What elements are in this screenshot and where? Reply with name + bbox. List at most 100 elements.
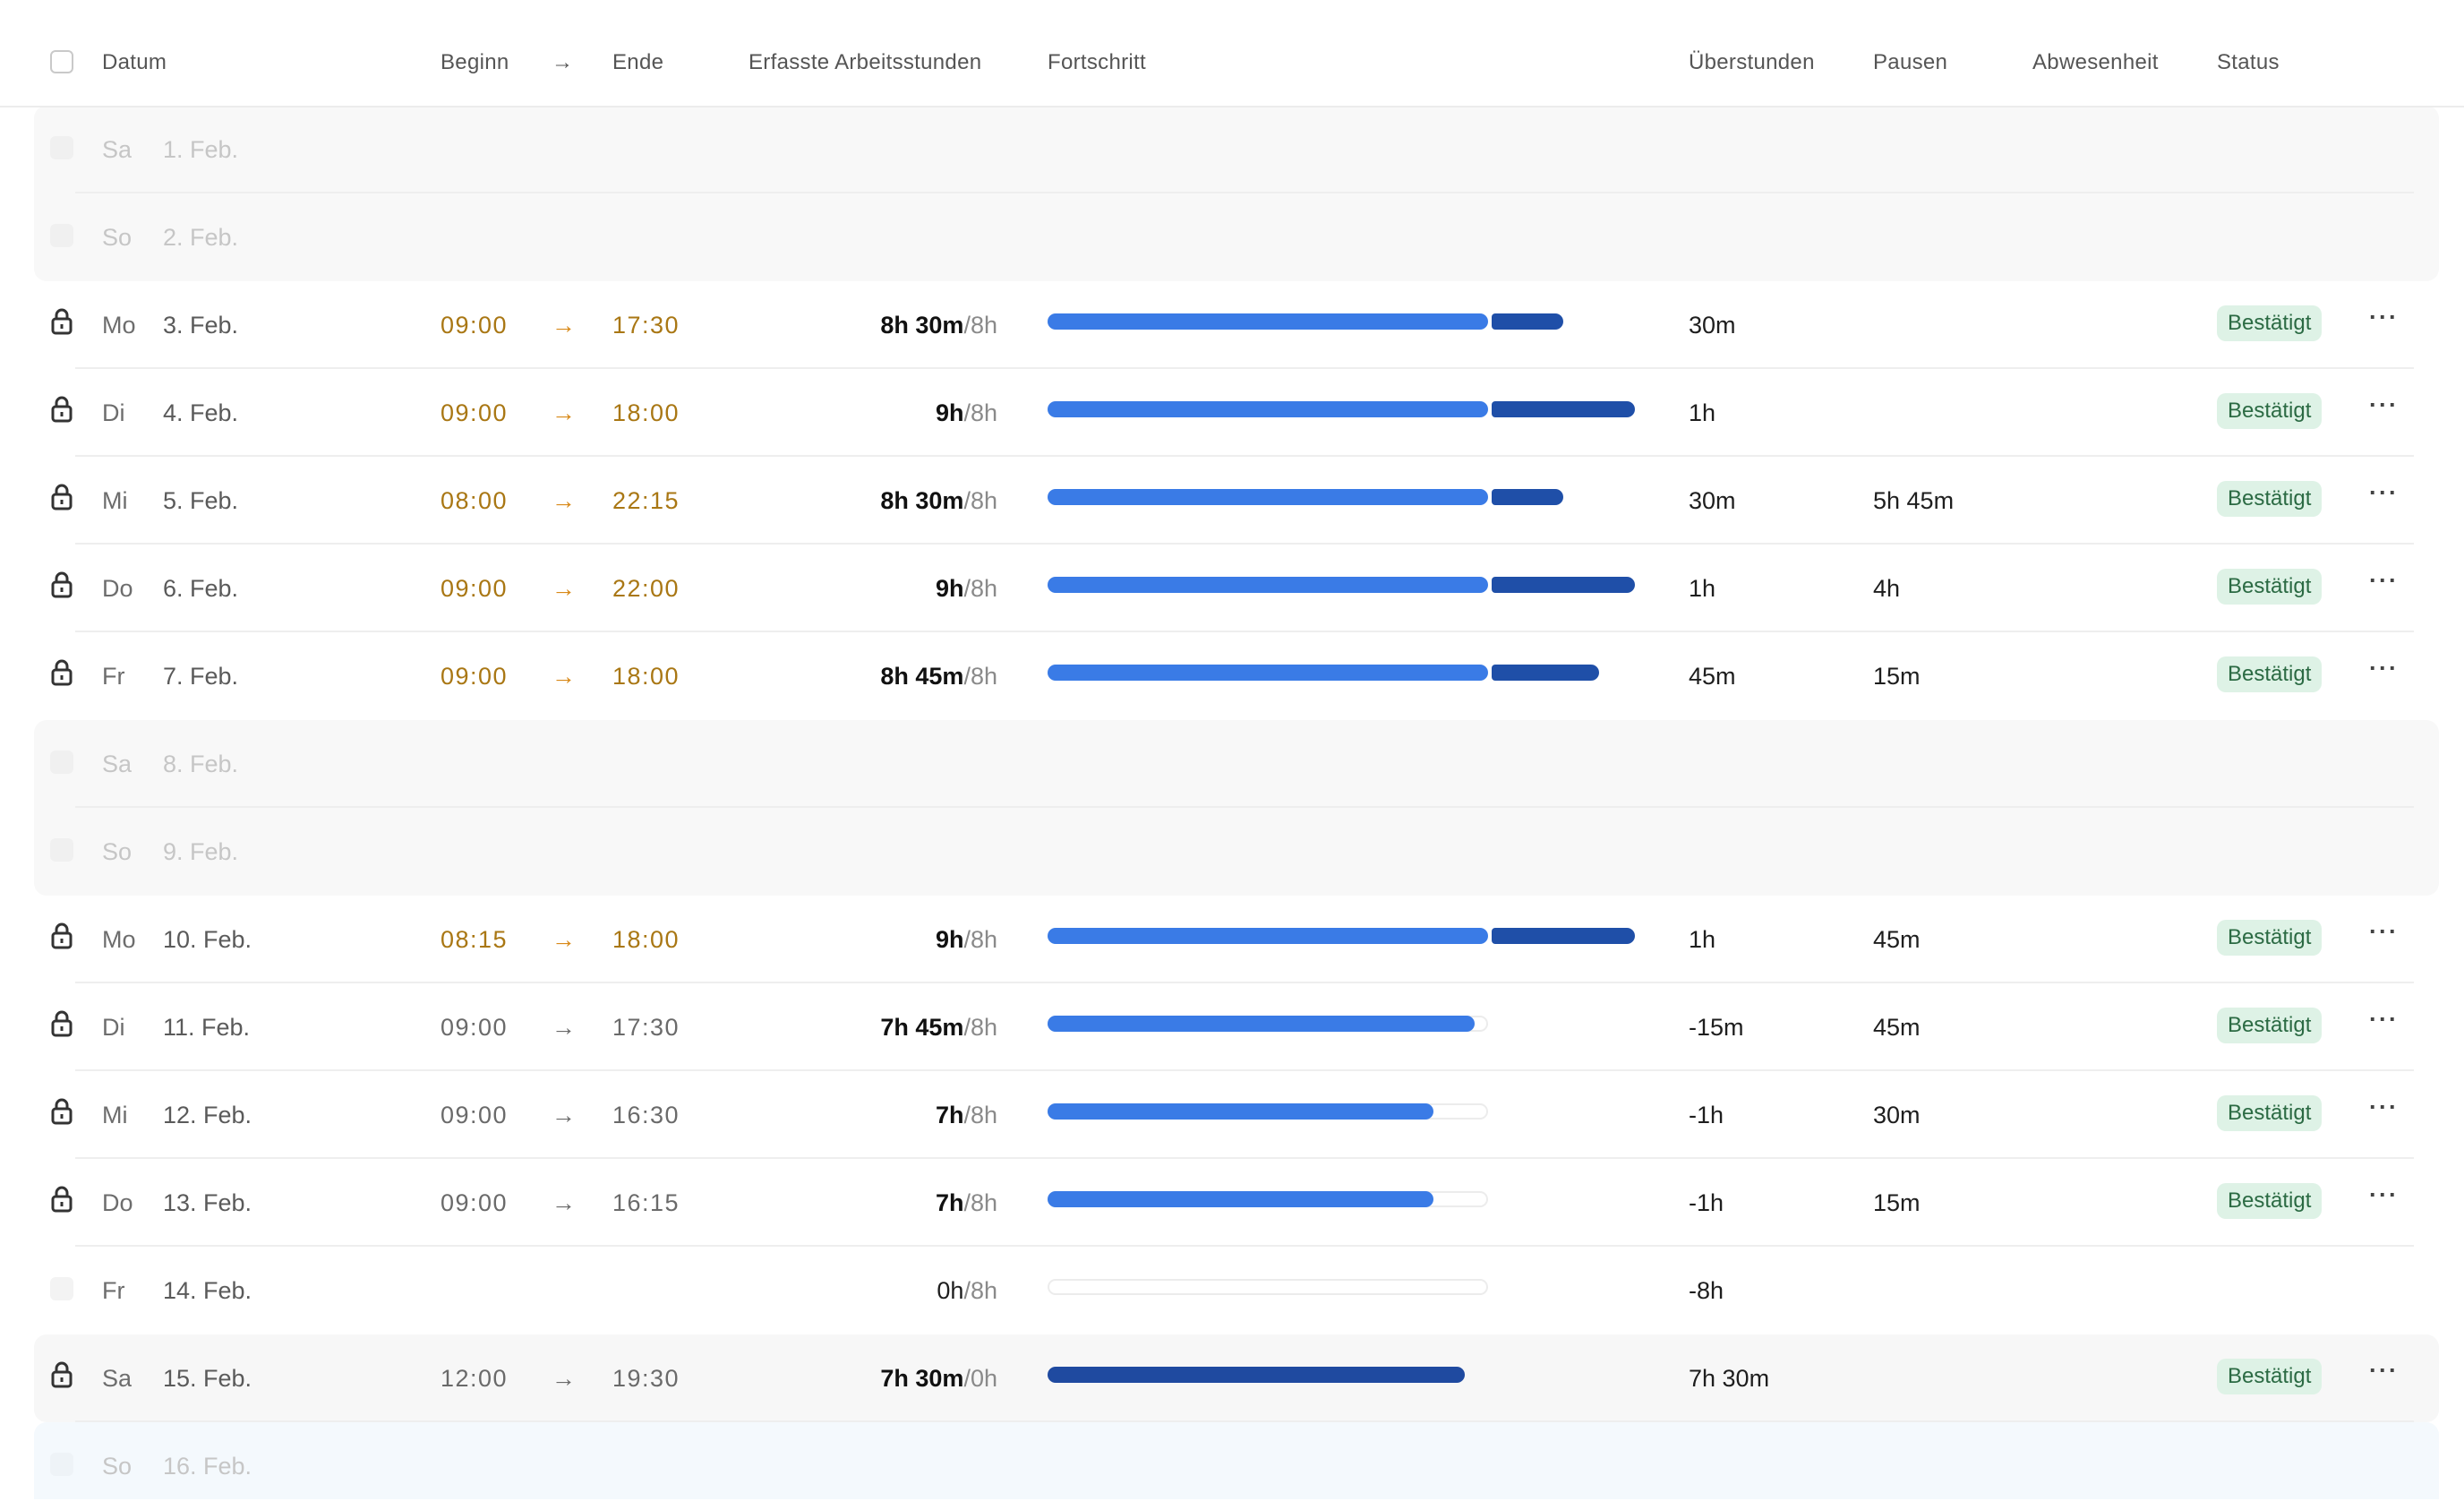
more-options-icon[interactable]: ··· xyxy=(2369,1356,2399,1385)
end-time[interactable]: 19:30 xyxy=(612,1364,680,1393)
status-badge: Bestätigt xyxy=(2217,569,2323,605)
more-options-icon[interactable]: ··· xyxy=(2369,1093,2399,1121)
more-options-icon[interactable]: ··· xyxy=(2369,654,2399,682)
lock-icon xyxy=(50,1098,73,1125)
row-checkbox[interactable] xyxy=(50,1277,73,1300)
hours-value: 0h xyxy=(937,1277,964,1304)
end-time[interactable]: 16:15 xyxy=(612,1188,680,1217)
hours-target: /8h xyxy=(963,487,997,514)
begin-time[interactable]: 09:00 xyxy=(441,399,508,427)
date: 12. Feb. xyxy=(163,1102,252,1128)
date: 15. Feb. xyxy=(163,1365,252,1392)
progress-fill xyxy=(1048,1191,1433,1207)
table-row[interactable]: Sa 1. Feb. xyxy=(0,106,2464,193)
table-row[interactable]: Mi 5. Feb. 08:00 → 22:15 8h 30m/8h 30m 5… xyxy=(0,457,2464,545)
table-row[interactable]: So 16. Feb. xyxy=(0,1422,2464,1510)
end-time[interactable]: 22:00 xyxy=(612,574,680,603)
hours-value: 7h 30m xyxy=(880,1365,964,1392)
breaks-value: 45m xyxy=(1873,1014,1921,1041)
lock-icon xyxy=(50,396,73,423)
progress-bar xyxy=(1048,1179,1549,1220)
arrow-right-icon: → xyxy=(552,575,576,602)
table-row[interactable]: Do 13. Feb. 09:00 → 16:15 7h/8h -1h 15m … xyxy=(0,1159,2464,1247)
date: 7. Feb. xyxy=(163,663,239,690)
begin-time[interactable]: 09:00 xyxy=(441,1101,508,1129)
end-time[interactable]: 18:00 xyxy=(612,925,680,954)
weekday: Mo xyxy=(102,926,136,953)
row-checkbox[interactable] xyxy=(50,224,73,247)
arrow-right-icon: → xyxy=(552,663,576,690)
hours-target: /8h xyxy=(963,926,997,953)
status-badge: Bestätigt xyxy=(2217,1183,2323,1219)
select-all-checkbox[interactable] xyxy=(50,50,73,73)
table-row[interactable]: Sa 8. Feb. xyxy=(0,720,2464,808)
table-row[interactable]: So 9. Feb. xyxy=(0,808,2464,896)
end-time[interactable]: 22:15 xyxy=(612,486,680,515)
end-time[interactable]: 18:00 xyxy=(612,662,680,691)
table-row[interactable]: Di 4. Feb. 09:00 → 18:00 9h/8h 1h Bestät… xyxy=(0,369,2464,457)
table-row[interactable]: Sa 15. Feb. 12:00 → 19:30 7h 30m/0h 7h 3… xyxy=(0,1334,2464,1422)
progress-fill xyxy=(1048,1016,1475,1032)
column-header-begin[interactable]: Beginn xyxy=(441,48,509,77)
hours-target: /8h xyxy=(963,663,997,690)
row-checkbox[interactable] xyxy=(50,136,73,159)
more-options-icon[interactable]: ··· xyxy=(2369,566,2399,595)
column-header-breaks[interactable]: Pausen xyxy=(1873,48,1947,77)
status-label: Bestätigt xyxy=(2217,305,2323,341)
column-header-overtime[interactable]: Überstunden xyxy=(1689,48,1815,77)
weekday: Mo xyxy=(102,312,136,339)
begin-time[interactable]: 12:00 xyxy=(441,1364,508,1393)
more-options-icon[interactable]: ··· xyxy=(2369,1180,2399,1209)
table-row[interactable]: Mo 3. Feb. 09:00 → 17:30 8h 30m/8h 30m B… xyxy=(0,281,2464,369)
weekday: Mi xyxy=(102,487,128,514)
end-time[interactable]: 17:30 xyxy=(612,311,680,339)
overtime-value: -8h xyxy=(1689,1277,1724,1304)
column-header-absence[interactable]: Abwesenheit xyxy=(2032,48,2159,77)
progress-fill-overtime xyxy=(1048,1367,1465,1383)
weekday: Sa xyxy=(102,136,133,163)
begin-time[interactable]: 09:00 xyxy=(441,311,508,339)
end-time[interactable]: 16:30 xyxy=(612,1101,680,1129)
more-options-icon[interactable]: ··· xyxy=(2369,390,2399,419)
status-label: Bestätigt xyxy=(2217,1359,2323,1394)
table-row[interactable]: Fr 14. Feb. 0h/8h -8h xyxy=(0,1247,2464,1334)
progress-fill xyxy=(1048,928,1488,944)
row-checkbox[interactable] xyxy=(50,838,73,862)
more-options-icon[interactable]: ··· xyxy=(2369,917,2399,946)
table-row[interactable]: Mi 12. Feb. 09:00 → 16:30 7h/8h -1h 30m … xyxy=(0,1071,2464,1159)
row-checkbox[interactable] xyxy=(50,1453,73,1476)
progress-fill-overtime xyxy=(1492,489,1563,505)
hours-value: 7h xyxy=(935,1102,964,1128)
begin-time[interactable]: 09:00 xyxy=(441,662,508,691)
end-time[interactable]: 17:30 xyxy=(612,1013,680,1042)
table-row[interactable]: Di 11. Feb. 09:00 → 17:30 7h 45m/8h -15m… xyxy=(0,983,2464,1071)
table-row[interactable]: So 2. Feb. xyxy=(0,193,2464,281)
begin-time[interactable]: 08:15 xyxy=(441,925,508,954)
arrow-right-icon: → xyxy=(552,926,576,953)
more-options-icon[interactable]: ··· xyxy=(2369,1005,2399,1034)
begin-time[interactable]: 09:00 xyxy=(441,1188,508,1217)
hours-value: 8h 30m xyxy=(880,487,964,514)
column-header-end[interactable]: Ende xyxy=(612,48,663,77)
begin-time[interactable]: 08:00 xyxy=(441,486,508,515)
progress-bar xyxy=(1048,476,1563,518)
end-time[interactable]: 18:00 xyxy=(612,399,680,427)
date: 4. Feb. xyxy=(163,399,239,426)
tracked-hours: 7h/8h xyxy=(936,1101,997,1129)
lock-icon xyxy=(50,1010,73,1037)
column-header-date[interactable]: Datum xyxy=(102,48,167,77)
progress-fill xyxy=(1048,313,1488,330)
table-row[interactable]: Do 6. Feb. 09:00 → 22:00 9h/8h 1h 4h Bes… xyxy=(0,545,2464,632)
row-checkbox[interactable] xyxy=(50,751,73,774)
more-options-icon[interactable]: ··· xyxy=(2369,303,2399,331)
date: 13. Feb. xyxy=(163,1189,252,1216)
column-header-hours[interactable]: Erfasste Arbeitsstunden xyxy=(749,48,981,77)
table-row[interactable]: Mo 10. Feb. 08:15 → 18:00 9h/8h 1h 45m B… xyxy=(0,896,2464,983)
begin-time[interactable]: 09:00 xyxy=(441,1013,508,1042)
tracked-hours: 0h/8h xyxy=(937,1276,997,1305)
table-row[interactable]: Fr 7. Feb. 09:00 → 18:00 8h 45m/8h 45m 1… xyxy=(0,632,2464,720)
more-options-icon[interactable]: ··· xyxy=(2369,478,2399,507)
column-header-status[interactable]: Status xyxy=(2217,48,2280,77)
column-header-progress[interactable]: Fortschritt xyxy=(1048,48,1549,90)
begin-time[interactable]: 09:00 xyxy=(441,574,508,603)
